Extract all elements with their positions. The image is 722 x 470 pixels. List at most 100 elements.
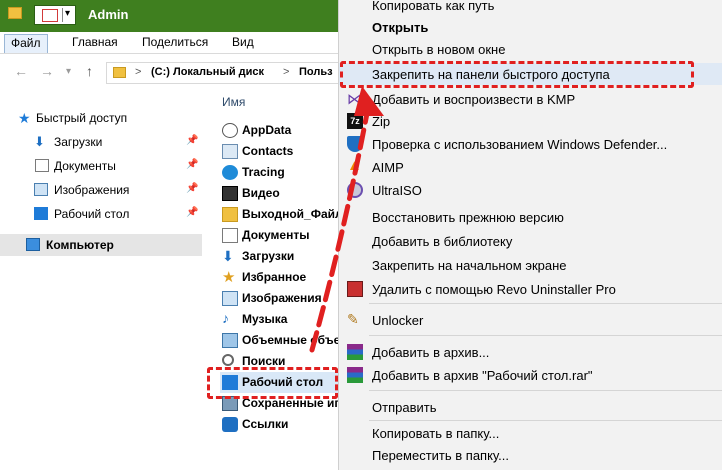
file-name: Ссылки (242, 417, 289, 431)
menu-item-open-new-window[interactable]: Открыть в новом окне (339, 38, 722, 60)
menu-item-revo-uninstall[interactable]: Удалить с помощью Revo Uninstaller Pro (339, 278, 722, 300)
menu-item-7zip[interactable]: 7z Zip (339, 110, 722, 132)
menu-item-label: Копировать в папку... (372, 426, 500, 441)
list-item[interactable]: ♪ Музыка (220, 309, 352, 330)
menu-item-label: Добавить в библиотеку (372, 234, 513, 249)
file-name: Документы (242, 228, 310, 242)
list-item[interactable]: Tracing (220, 162, 352, 183)
recent-locations-icon[interactable]: ▾ (66, 66, 71, 77)
list-item[interactable]: AppData (220, 120, 352, 141)
folder-icon (113, 67, 126, 78)
list-item[interactable]: Contacts (220, 141, 352, 162)
list-item[interactable]: Изображения (220, 288, 352, 309)
address-separator[interactable]: > (283, 66, 289, 78)
pin-icon[interactable]: 📌 (186, 159, 198, 170)
menu-item-send-to[interactable]: Отправить (339, 396, 722, 418)
tab-share[interactable]: Поделиться (136, 34, 214, 53)
file-name: Tracing (242, 165, 285, 179)
menu-item-move-to-folder[interactable]: Переместить в папку... (339, 444, 722, 466)
menu-item-open[interactable]: Открыть (339, 16, 722, 38)
kmp-icon: ⋈ (347, 91, 362, 108)
list-item[interactable]: ★ Избранное (220, 267, 352, 288)
menu-divider (369, 390, 722, 391)
nav-item-label: Загрузки (54, 135, 103, 149)
7zip-icon: 7z (347, 113, 363, 129)
nav-item-pictures[interactable]: Изображения 📌 (0, 179, 202, 201)
pin-icon[interactable]: 📌 (186, 183, 198, 194)
menu-item-unlocker[interactable]: ✎ Unlocker (339, 309, 722, 331)
menu-item-label: Удалить с помощью Revo Uninstaller Pro (372, 282, 616, 297)
appdata-icon (222, 123, 238, 138)
favorites-icon: ★ (222, 269, 236, 286)
nav-item-quick-access[interactable]: ★ Быстрый доступ (0, 107, 202, 129)
menu-divider (369, 303, 722, 304)
tab-view[interactable]: Вид (226, 34, 260, 53)
column-header-name[interactable]: Имя (222, 95, 245, 109)
revo-icon (347, 281, 363, 297)
file-name: Выходной_Файл (242, 207, 343, 221)
menu-item-label: Закрепить на начальном экране (372, 258, 567, 273)
window-title: Admin (88, 7, 129, 22)
star-icon: ★ (18, 110, 31, 126)
address-separator[interactable]: > (135, 66, 141, 78)
menu-item-kmp[interactable]: ⋈ Добавить и воспроизвести в KMP (339, 88, 722, 110)
pin-icon[interactable]: 📌 (186, 135, 198, 146)
menu-item-copy-as-path[interactable]: Копировать как путь (339, 0, 722, 16)
menu-item-aimp[interactable]: ▲ AIMP (339, 156, 722, 178)
menu-item-add-archive-rar[interactable]: Добавить в архив "Рабочий стол.rar" (339, 364, 722, 386)
winrar-icon (347, 367, 363, 383)
nav-item-downloads[interactable]: ⬇ Загрузки 📌 (0, 131, 202, 153)
menu-item-add-to-library[interactable]: Добавить в библиотеку (339, 230, 722, 252)
list-item[interactable]: Объемные объе (220, 330, 352, 351)
aimp-icon: ▲ (347, 157, 362, 174)
menu-item-label: Добавить в архив... (372, 345, 490, 360)
tab-home[interactable]: Главная (66, 34, 124, 53)
up-icon[interactable]: ↑ (86, 63, 93, 79)
winrar-icon (347, 344, 363, 360)
file-name: AppData (242, 123, 292, 137)
file-name: Поиски (242, 354, 286, 368)
menu-item-defender[interactable]: Проверка с использованием Windows Defend… (339, 133, 722, 155)
menu-item-pin-start[interactable]: Закрепить на начальном экране (339, 254, 722, 276)
computer-icon (26, 238, 40, 251)
list-item[interactable]: Документы (220, 225, 352, 246)
navigation-pane: ★ Быстрый доступ ⬇ Загрузки 📌 Документы … (0, 89, 202, 470)
menu-item-label: Zip (372, 114, 391, 129)
address-field[interactable]: > (C:) Локальный диск > Польз (106, 62, 356, 84)
menu-divider (369, 335, 722, 336)
back-icon[interactable]: ← (14, 63, 28, 79)
list-item[interactable]: ⬇ Загрузки (220, 246, 352, 267)
menu-item-add-archive[interactable]: Добавить в архив... (339, 341, 722, 363)
properties-icon[interactable] (42, 9, 58, 22)
tracing-icon (222, 165, 238, 180)
quick-access-toolbar[interactable]: ▾ (34, 5, 76, 25)
list-item[interactable]: Ссылки (220, 414, 352, 435)
list-item[interactable]: Выходной_Файл (220, 204, 352, 225)
list-item[interactable]: Видео (220, 183, 352, 204)
nav-item-label: Быстрый доступ (36, 111, 128, 125)
nav-item-desktop[interactable]: Рабочий стол 📌 (0, 203, 202, 225)
menu-item-label: Восстановить прежнюю версию (372, 210, 564, 225)
pin-icon[interactable]: 📌 (186, 207, 198, 218)
nav-item-label: Рабочий стол (54, 207, 130, 221)
documents-icon (35, 159, 49, 172)
breadcrumb-users[interactable]: Польз (299, 66, 333, 78)
menu-item-label: Отправить (372, 400, 437, 415)
file-name: Изображения (242, 291, 322, 305)
nav-item-documents[interactable]: Документы 📌 (0, 155, 202, 177)
file-name: Видео (242, 186, 280, 200)
video-icon (222, 186, 238, 201)
toolbar-divider (62, 8, 63, 22)
nav-item-computer[interactable]: Компьютер (0, 234, 202, 256)
tab-file[interactable]: Файл (4, 34, 48, 53)
menu-item-restore-version[interactable]: Восстановить прежнюю версию (339, 206, 722, 228)
file-list: Имя AppData Contacts Tracing Видео Выход… (202, 89, 352, 470)
menu-item-copy-to-folder[interactable]: Копировать в папку... (339, 422, 722, 444)
breadcrumb-local-disk[interactable]: (C:) Локальный диск (151, 66, 264, 78)
chevron-down-icon[interactable]: ▾ (65, 8, 70, 19)
forward-icon[interactable]: → (40, 63, 54, 79)
menu-item-ultraiso[interactable]: UltraISO (339, 179, 722, 201)
menu-item-label: Добавить и воспроизвести в KMP (372, 92, 576, 107)
folder-icon (8, 7, 22, 19)
file-name: Музыка (242, 312, 288, 326)
